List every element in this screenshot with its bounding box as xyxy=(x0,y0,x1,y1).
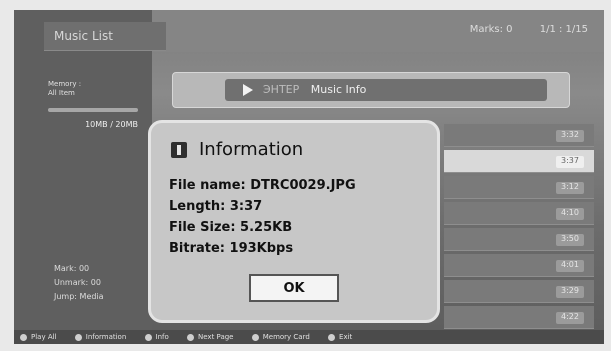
left-panel: Music List Memory : All Item 10MB / 20MB… xyxy=(14,10,166,338)
top-meta: Marks: 0 1/1 : 1/15 xyxy=(446,24,588,35)
track-row[interactable]: 4:10 xyxy=(444,202,594,225)
file-bitrate: Bitrate: 193Kbps xyxy=(169,241,294,256)
music-info-banner: ЭНТЕР Music Info xyxy=(172,72,570,108)
mark-stat: Mark: 00 xyxy=(54,264,90,273)
bottom-help-bar: Play All Information Info Next Page Memo… xyxy=(14,330,604,344)
track-duration: 4:22 xyxy=(556,312,584,324)
button-dot-icon xyxy=(251,333,259,341)
left-stats: Mark: 00 Unmark: 00 Jump: Media xyxy=(54,262,146,304)
banner-music-info: Music Info xyxy=(310,83,367,96)
banner-title: ЭНТЕР Music Info xyxy=(263,83,366,96)
banner-dim-text: ЭНТЕР xyxy=(263,83,300,96)
help-memory-card[interactable]: Memory Card xyxy=(251,333,310,341)
track-row[interactable]: 3:50 xyxy=(444,228,594,251)
track-row[interactable]: 3:12 xyxy=(444,176,594,199)
track-duration: 3:12 xyxy=(556,182,584,194)
button-dot-icon xyxy=(187,333,194,341)
memory-info: Memory : All Item 10MB / 20MB xyxy=(48,80,138,129)
track-row[interactable]: 3:29 xyxy=(444,280,594,303)
music-list-title: Music List xyxy=(44,22,166,51)
information-dialog: Information File name: DTRC0029.JPG Leng… xyxy=(148,120,440,323)
track-duration: 3:50 xyxy=(556,234,584,246)
page-indicator: 1/1 : 1/15 xyxy=(539,24,588,35)
top-status-bar: Marks: 0 1/1 : 1/15 xyxy=(134,10,604,52)
memory-used-text: 10MB / 20MB xyxy=(85,120,138,129)
button-dot-icon xyxy=(74,333,82,341)
memory-scope: All Item xyxy=(48,89,75,97)
track-duration: 3:29 xyxy=(556,286,584,298)
file-details: File name: DTRC0029.JPG Length: 3:37 Fil… xyxy=(169,175,356,259)
track-row-selected[interactable]: 3:37 xyxy=(444,150,594,173)
mark-count: Marks: 0 xyxy=(469,24,513,35)
track-duration: 4:01 xyxy=(556,260,584,272)
file-size: File Size: 5.25KB xyxy=(169,220,293,235)
track-duration: 3:32 xyxy=(556,130,584,142)
track-duration: 3:37 xyxy=(556,156,584,168)
play-icon xyxy=(243,84,253,96)
memory-usage-bar xyxy=(48,108,138,112)
help-information[interactable]: Information xyxy=(74,333,126,341)
button-dot-icon xyxy=(328,333,336,341)
button-dot-icon xyxy=(144,333,152,341)
help-exit[interactable]: Exit xyxy=(328,333,352,341)
track-row[interactable]: 3:32 xyxy=(444,124,594,147)
info-icon xyxy=(171,142,187,158)
track-row[interactable]: 4:22 xyxy=(444,306,594,329)
help-play-all[interactable]: Play All xyxy=(20,333,57,341)
button-dot-icon xyxy=(20,333,27,341)
help-next-page[interactable]: Next Page xyxy=(187,333,233,341)
memory-label: Memory : xyxy=(48,80,82,88)
track-duration: 4:10 xyxy=(556,208,584,220)
track-row[interactable]: 4:01 xyxy=(444,254,594,277)
ok-button[interactable]: OK xyxy=(249,274,339,302)
track-list: 3:32 3:37 3:12 4:10 3:50 4:01 3:29 4:22 xyxy=(444,124,594,336)
banner-inner: ЭНТЕР Music Info xyxy=(225,79,547,101)
file-name: File name: DTRC0029.JPG xyxy=(169,178,356,193)
dialog-title: Information xyxy=(199,139,304,160)
help-info[interactable]: Info xyxy=(144,333,169,341)
jump-stat: Jump: Media xyxy=(54,292,104,301)
file-length: Length: 3:37 xyxy=(169,199,263,214)
unmark-stat: Unmark: 00 xyxy=(54,278,101,287)
